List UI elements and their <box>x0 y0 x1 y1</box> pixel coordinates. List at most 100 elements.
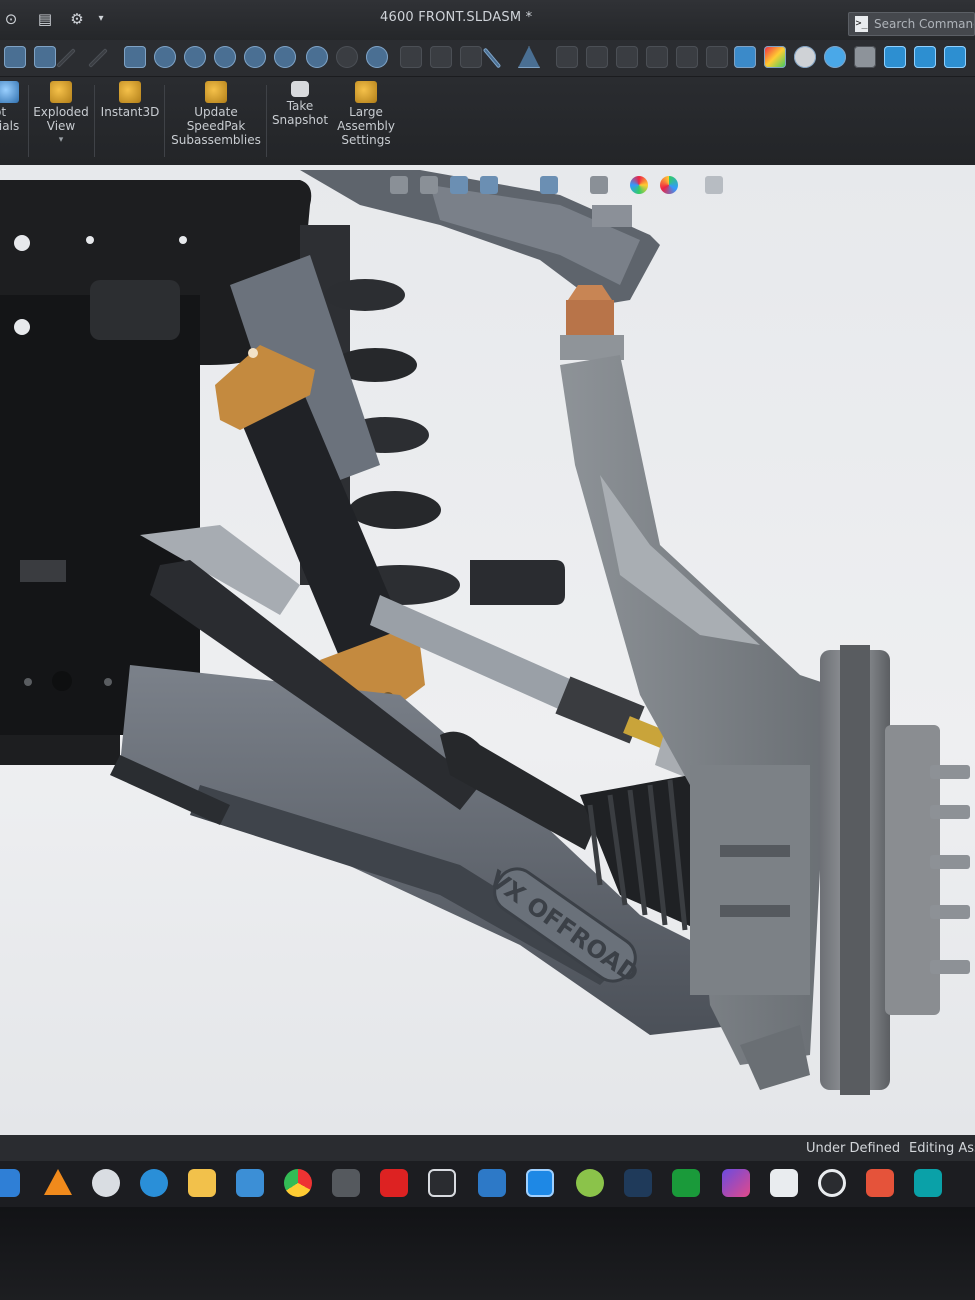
ribbon-divider <box>94 85 95 157</box>
exploded-view-label: Exploded View <box>33 105 89 133</box>
remote-icon[interactable] <box>140 1169 168 1197</box>
instant3d-icon <box>119 81 141 103</box>
arduino-icon[interactable] <box>914 1169 942 1197</box>
photo-icon[interactable] <box>722 1169 750 1197</box>
instant3d-label: Instant3D <box>100 105 160 119</box>
autodesk-icon[interactable] <box>380 1169 408 1197</box>
edit-appearance-icon[interactable] <box>630 176 648 194</box>
feature-toolbar <box>0 40 975 77</box>
suspension-model[interactable]: VX OFFROAD <box>0 165 975 1135</box>
record-icon[interactable] <box>818 1169 846 1197</box>
display-style-icon[interactable] <box>854 46 876 68</box>
bill-of-materials-icon <box>0 81 19 103</box>
move-component-icon[interactable] <box>214 46 236 68</box>
exploded-view-icon <box>50 81 72 103</box>
camera-icon <box>291 81 309 97</box>
mate-icon[interactable] <box>154 46 176 68</box>
xbox-icon[interactable] <box>672 1169 700 1197</box>
exploded-view-button[interactable]: Exploded View ▾ <box>30 81 92 147</box>
rotate-icon[interactable] <box>184 46 206 68</box>
ribbon-divider <box>164 85 165 157</box>
cura-icon[interactable] <box>526 1169 554 1197</box>
take-snapshot-label: Take Snapshot <box>271 99 329 127</box>
brake-rotor[interactable] <box>820 645 940 1095</box>
hidden-tool-icon[interactable] <box>400 46 422 68</box>
view-orient-icon[interactable] <box>306 46 328 68</box>
view-settings-icon[interactable] <box>705 176 723 194</box>
game-icon[interactable] <box>332 1169 360 1197</box>
spiral-icon[interactable] <box>366 46 388 68</box>
steam-icon[interactable] <box>236 1169 264 1197</box>
ribbon-divider <box>266 85 267 157</box>
taskbar <box>0 1161 975 1207</box>
shaded-cube-icon[interactable] <box>944 46 966 68</box>
table-icon[interactable] <box>34 46 56 68</box>
editing-status: Editing Ass <box>909 1141 975 1156</box>
measure-icon[interactable] <box>482 47 502 69</box>
section-view-icon[interactable] <box>336 46 358 68</box>
terminal-icon[interactable] <box>624 1169 652 1197</box>
apply-scene-icon[interactable] <box>660 176 678 194</box>
lightburn-icon[interactable] <box>428 1169 456 1197</box>
view-orientation-icon[interactable] <box>540 176 558 194</box>
update-speedpak-label: Update SpeedPak Subassemblies <box>171 105 261 147</box>
monitor-bezel <box>0 1207 975 1300</box>
bill-of-materials-label: ot rials <box>0 105 20 133</box>
warning-triangle-icon[interactable] <box>518 46 540 68</box>
large-assembly-settings-label: Large Assembly Settings <box>337 105 395 147</box>
cloud-icon[interactable] <box>576 1169 604 1197</box>
previous-view-icon[interactable] <box>450 176 468 194</box>
sketch-line-icon[interactable] <box>88 48 108 68</box>
realview-icon[interactable] <box>824 46 846 68</box>
zoom-area-icon[interactable] <box>420 176 438 194</box>
status-bar: Under Defined Editing Ass <box>0 1135 975 1161</box>
file-menu-icon[interactable]: ▤ <box>36 10 54 28</box>
ribbon-divider <box>28 85 29 157</box>
file-explorer-icon[interactable] <box>188 1169 216 1197</box>
large-assembly-settings-button[interactable]: Large Assembly Settings <box>334 81 398 147</box>
security-icon[interactable] <box>866 1169 894 1197</box>
update-speedpak-button[interactable]: Update SpeedPak Subassemblies <box>168 81 264 147</box>
bill-of-materials-button[interactable]: ot rials <box>0 81 22 133</box>
hidden-tool-icon[interactable] <box>706 46 728 68</box>
definition-status: Under Defined <box>806 1141 901 1156</box>
circle-icon[interactable] <box>244 46 266 68</box>
zoom-to-fit-icon[interactable] <box>390 176 408 194</box>
box-icon[interactable] <box>124 46 146 68</box>
hidden-tool-icon[interactable] <box>616 46 638 68</box>
hidden-tool-icon[interactable] <box>460 46 482 68</box>
scene-icon[interactable] <box>794 46 816 68</box>
hidden-tool-icon[interactable] <box>556 46 578 68</box>
hidden-tool-icon[interactable] <box>586 46 608 68</box>
isometric-cube-icon[interactable] <box>914 46 936 68</box>
section-view-icon[interactable] <box>480 176 498 194</box>
hidden-tool-icon[interactable] <box>646 46 668 68</box>
line-icon[interactable] <box>56 48 76 68</box>
search-input[interactable] <box>874 17 974 31</box>
graphics-area[interactable]: VX OFFROAD <box>0 165 975 1135</box>
instant3d-button[interactable]: Instant3D <box>98 81 162 119</box>
command-prompt-icon: >_ <box>855 16 868 32</box>
cricut-icon[interactable] <box>770 1169 798 1197</box>
hidden-tool-icon[interactable] <box>676 46 698 68</box>
solidworks-logo-icon[interactable]: ⊙ <box>2 10 20 28</box>
title-bar: ⊙ ▤ ⚙ ▾ 4600 FRONT.SLDASM * >_ <box>0 0 975 40</box>
hidden-tool-icon[interactable] <box>430 46 452 68</box>
target-icon[interactable] <box>274 46 296 68</box>
chevron-down-icon[interactable]: ▾ <box>30 133 92 147</box>
vlc-icon[interactable] <box>44 1169 72 1195</box>
search-box[interactable]: >_ <box>848 12 975 36</box>
gear-icon[interactable]: ⚙ <box>68 10 86 28</box>
take-snapshot-button[interactable]: Take Snapshot <box>268 81 332 127</box>
appearance-icon[interactable] <box>764 46 786 68</box>
render-icon[interactable] <box>734 46 756 68</box>
display-style-icon[interactable] <box>590 176 608 194</box>
folder-sync-icon[interactable] <box>478 1169 506 1197</box>
heads-up-view-toolbar <box>360 172 760 200</box>
assembly-icon[interactable] <box>4 46 26 68</box>
ccleaner-icon[interactable] <box>92 1169 120 1197</box>
view-cube-icon[interactable] <box>884 46 906 68</box>
chevron-down-icon[interactable]: ▾ <box>92 10 110 28</box>
windows-grid-icon[interactable] <box>0 1169 20 1197</box>
chrome-icon[interactable] <box>284 1169 312 1197</box>
